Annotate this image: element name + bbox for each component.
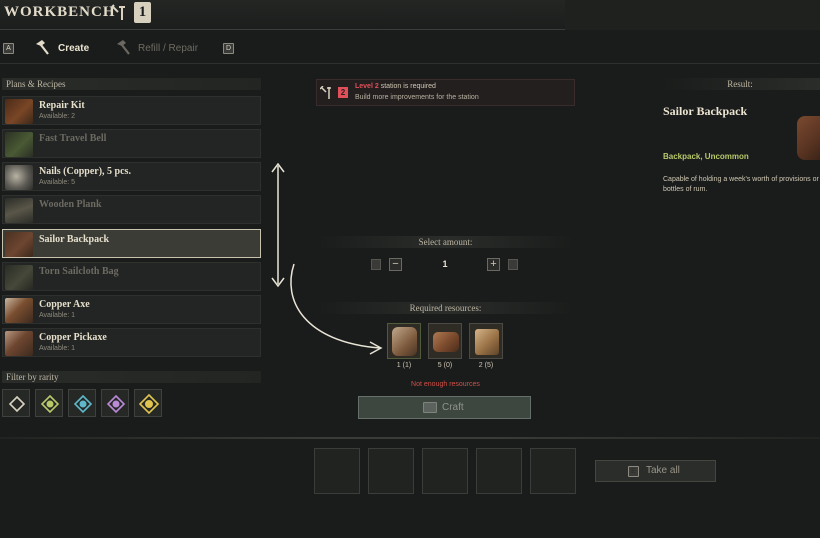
required-level-badge: 2: [338, 87, 348, 98]
recipe-name: Fast Travel Bell: [39, 133, 107, 144]
bottom-divider: [0, 437, 820, 439]
leather-icon: [433, 332, 459, 352]
recipe-name: Repair Kit: [39, 100, 85, 111]
recipe-availability: Available: 2: [39, 113, 76, 120]
select-amount-title: Select amount:: [316, 236, 575, 248]
nails-icon: [5, 165, 33, 190]
resource-slot-1[interactable]: [387, 323, 421, 359]
blue-gem-icon: [73, 394, 93, 414]
craft-button-label: Craft: [442, 402, 464, 413]
take-all-key-hint: E: [628, 466, 639, 477]
filter-rarity-epic[interactable]: [101, 389, 129, 417]
output-slot-5[interactable]: [530, 448, 576, 494]
recipe-copper-axe[interactable]: Copper Axe Available: 1: [2, 295, 261, 324]
tab-create-label: Create: [58, 43, 90, 54]
result-item-type: Backpack, Uncommon: [663, 152, 749, 161]
filter-rarity-common[interactable]: [2, 389, 30, 417]
purple-gem-icon: [106, 394, 126, 414]
output-slot-3[interactable]: [422, 448, 468, 494]
recipe-torn-sailcloth-bag[interactable]: Torn Sailcloth Bag: [2, 262, 261, 291]
craft-button[interactable]: Craft: [358, 396, 531, 419]
recipe-availability: Available: 1: [39, 345, 76, 352]
amount-max-button[interactable]: [508, 259, 518, 270]
recipe-name: Copper Axe: [39, 299, 90, 310]
resource-count-2: 5 (0): [437, 362, 453, 369]
filter-rarity-legendary[interactable]: [134, 389, 162, 417]
resource-slot-2[interactable]: [428, 323, 462, 359]
right-header-strip: [565, 0, 820, 30]
recipe-copper-pickaxe[interactable]: Copper Pickaxe Available: 1: [2, 328, 261, 357]
bell-icon: [5, 132, 33, 157]
pickaxe-icon: [5, 331, 33, 356]
recipe-name: Wooden Plank: [39, 199, 102, 210]
take-all-button[interactable]: E Take all: [595, 460, 716, 482]
amount-min-button[interactable]: [371, 259, 381, 270]
result-item-name: Sailor Backpack: [663, 104, 748, 118]
recipes-section-title: Plans & Recipes: [2, 78, 261, 90]
tab-refill-repair[interactable]: Refill / Repair: [114, 38, 214, 58]
amount-decrease-button[interactable]: −: [389, 258, 402, 271]
diamond-icon: [8, 395, 26, 413]
result-item-icon: [797, 116, 820, 160]
hammer-icon: [33, 38, 51, 61]
filter-rarity-uncommon[interactable]: [35, 389, 63, 417]
recipe-name: Nails (Copper), 5 pcs.: [39, 166, 131, 177]
result-item-description: Capable of holding a week's worth of pro…: [663, 176, 820, 193]
tab-refill-repair-label: Refill / Repair: [138, 43, 199, 54]
green-gem-icon: [40, 394, 60, 414]
backpack-icon: [5, 232, 33, 257]
repair-hammer-icon: [114, 38, 132, 61]
plank-icon: [5, 198, 33, 223]
resources-status: Not enough resources: [411, 381, 480, 388]
station-tools-icon: [110, 4, 130, 22]
craft-key-hint: [423, 402, 437, 413]
resource-slot-3[interactable]: [469, 323, 503, 359]
resource-count-3: 2 (5): [478, 362, 494, 369]
recipe-wooden-plank[interactable]: Wooden Plank: [2, 195, 261, 224]
recipe-repair-kit[interactable]: Repair Kit Available: 2: [2, 96, 261, 125]
required-level-text: Level 2: [355, 83, 379, 90]
recipe-name: Sailor Backpack: [39, 234, 110, 245]
output-slot-2[interactable]: [368, 448, 414, 494]
tab-create[interactable]: Create: [33, 38, 98, 58]
recipe-availability: Available: 1: [39, 312, 76, 319]
station-requirement-warning: 2 Level 2 station is required Build more…: [316, 79, 575, 106]
warning-line-1: Level 2 station is required: [355, 83, 436, 90]
warning-line-2: Build more improvements for the station: [355, 94, 479, 101]
repair-kit-icon: [5, 99, 33, 124]
recipe-nails-copper[interactable]: Nails (Copper), 5 pcs. Available: 5: [2, 162, 261, 191]
filter-rarity-rare[interactable]: [68, 389, 96, 417]
output-slot-4[interactable]: [476, 448, 522, 494]
recipe-availability: Available: 5: [39, 179, 76, 186]
gold-gem-icon: [138, 393, 160, 415]
tab-next-key[interactable]: D: [223, 43, 234, 54]
output-slot-1[interactable]: [314, 448, 360, 494]
resource-count-1: 1 (1): [396, 362, 412, 369]
station-level-badge: 1: [134, 2, 151, 23]
recipe-sailor-backpack[interactable]: Sailor Backpack: [2, 229, 261, 258]
filter-section-title: Filter by rarity: [2, 371, 261, 383]
bag-icon: [5, 265, 33, 290]
take-all-label: Take all: [646, 465, 680, 476]
window-title: WORKBENCH: [4, 4, 116, 20]
warning-text: station is required: [378, 83, 436, 90]
tab-prev-key[interactable]: A: [3, 43, 14, 54]
result-heading: Result:: [660, 78, 820, 90]
required-resources-title: Required resources:: [316, 302, 575, 314]
recipe-name: Copper Pickaxe: [39, 332, 107, 343]
axe-icon: [5, 298, 33, 323]
amount-increase-button[interactable]: +: [487, 258, 500, 271]
recipe-name: Torn Sailcloth Bag: [39, 266, 119, 277]
station-tools-icon: [319, 85, 334, 105]
amount-value[interactable]: 1: [433, 258, 457, 271]
sailcloth-icon: [392, 327, 417, 356]
recipe-fast-travel-bell[interactable]: Fast Travel Bell: [2, 129, 261, 158]
plank-icon: [475, 329, 499, 355]
